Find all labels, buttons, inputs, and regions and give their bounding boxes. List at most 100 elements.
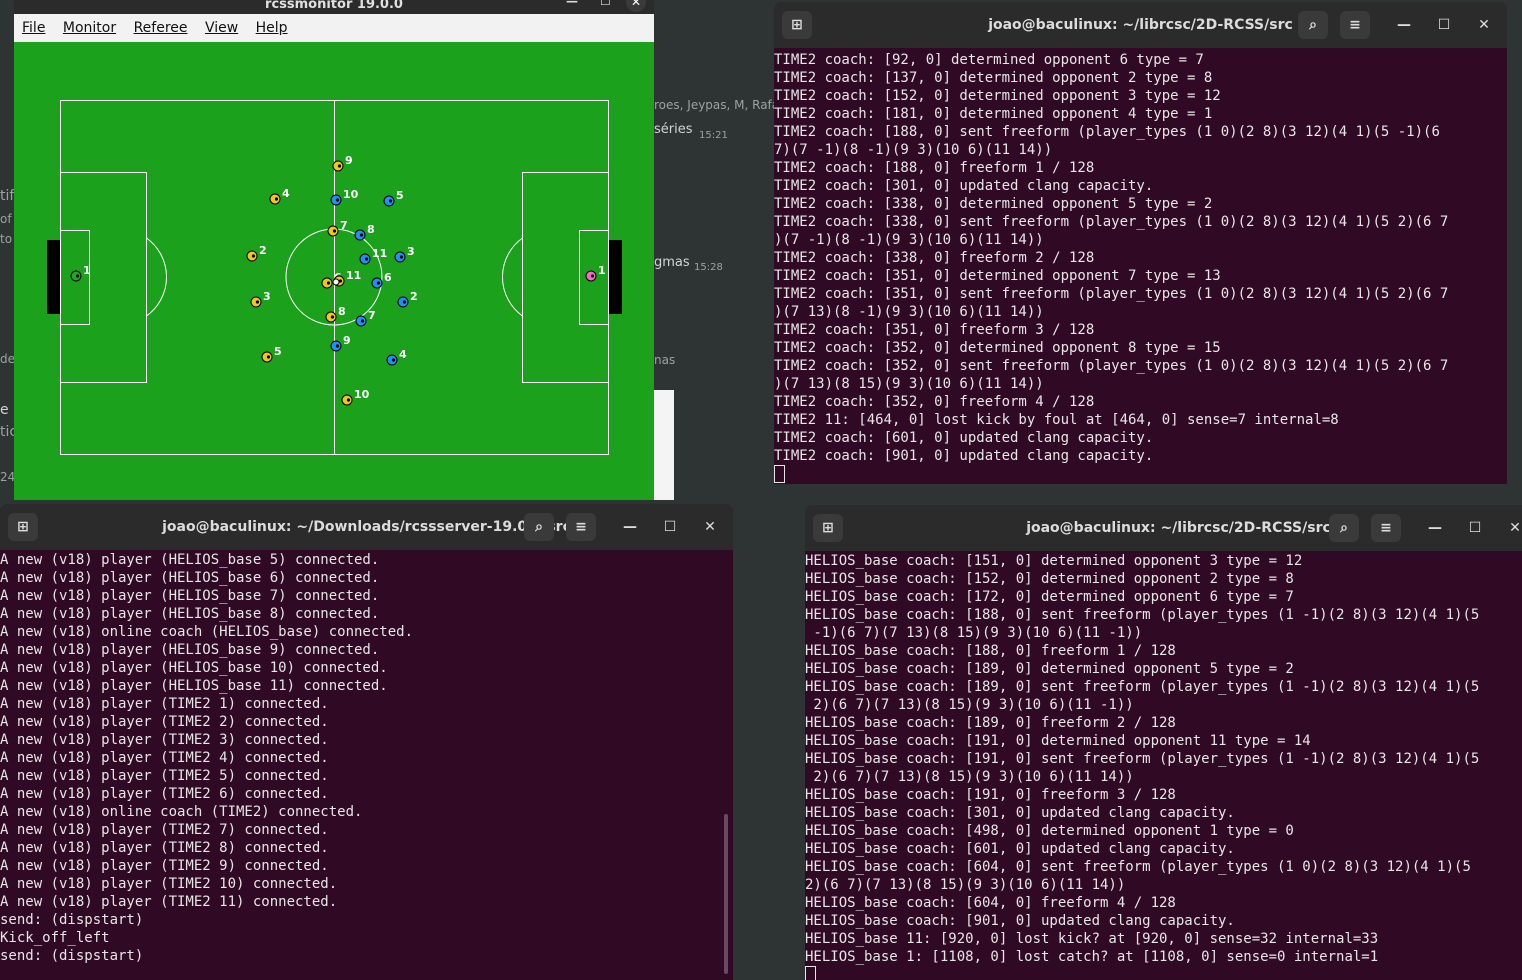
- terminal-bottom-right[interactable]: ⊞ joao@baculinux: ~/librcsc/2D-RCSS/src …: [805, 505, 1522, 980]
- terminal-line: TIME2 coach: [351, 0] sent freeform (pla…: [774, 286, 1449, 302]
- terminal-line: TIME2 coach: [351, 0] determined opponen…: [774, 268, 1221, 284]
- terminal-line: TIME2 coach: [352, 0] freeform 4 / 128: [774, 394, 1095, 410]
- maximize-icon[interactable]: ☐: [1465, 518, 1485, 538]
- terminal-line: A new (v18) player (HELIOS_base 8) conne…: [0, 606, 380, 622]
- terminal-line: TIME2 coach: [338, 0] determined opponen…: [774, 196, 1213, 212]
- terminal-line: send: (dispstart): [0, 912, 144, 928]
- menu-monitor[interactable]: Monitor: [58, 14, 121, 36]
- terminal-output: A new (v18) player (HELIOS_base 5) conne…: [0, 551, 413, 965]
- terminal-line: A new (v18) player (HELIOS_base 5) conne…: [0, 552, 380, 568]
- menu-help[interactable]: Help: [251, 14, 293, 36]
- left-player-4[interactable]: 4: [269, 187, 290, 205]
- close-icon[interactable]: ✕: [1474, 15, 1494, 35]
- terminal-line: A new (v18) player (HELIOS_base 11) conn…: [0, 678, 388, 694]
- terminal-line: TIME2 coach: [352, 0] determined opponen…: [774, 340, 1221, 356]
- terminal-line: HELIOS_base coach: [189, 0] sent freefor…: [805, 679, 1480, 695]
- left-player-2[interactable]: 2: [246, 244, 267, 262]
- menu-file[interactable]: File: [17, 14, 50, 36]
- player-number: 5: [274, 345, 282, 358]
- maximize-icon[interactable]: ☐: [1434, 15, 1454, 35]
- player-number: 2: [410, 290, 418, 303]
- terminal-output: TIME2 coach: [92, 0] determined opponent…: [774, 51, 1448, 483]
- left-player-3[interactable]: 3: [250, 290, 271, 308]
- search-icon[interactable]: ⌕: [1298, 11, 1328, 39]
- search-icon[interactable]: ⌕: [1329, 514, 1359, 542]
- terminal-line: HELIOS_base 1: [1108, 0] lost catch? at …: [805, 949, 1379, 965]
- right-player-10[interactable]: 10: [330, 188, 359, 206]
- player-number: 9: [343, 334, 351, 347]
- terminal-line: A new (v18) online coach (HELIOS_base) c…: [0, 624, 414, 640]
- left-player-9[interactable]: 9: [332, 154, 353, 172]
- terminal-line: A new (v18) player (TIME2 4) connected.: [0, 750, 329, 766]
- terminal-line: HELIOS_base coach: [172, 0] determined o…: [805, 589, 1294, 605]
- terminal-titlebar: ⊞ joao@baculinux: ~/Downloads/rcssserver…: [0, 504, 733, 550]
- terminal-line: HELIOS_base coach: [498, 0] determined o…: [805, 823, 1294, 839]
- right-player-2[interactable]: 2: [397, 290, 418, 308]
- scrollbar[interactable]: [724, 814, 728, 974]
- terminal-line: 7)(7 -1)(8 -1)(9 3)(10 6)(11 14)): [774, 142, 1053, 158]
- left-player-1[interactable]: 1: [70, 264, 91, 282]
- right-player-9[interactable]: 9: [330, 334, 351, 352]
- player-number: 3: [263, 290, 271, 303]
- terminal-line: TIME2 coach: [137, 0] determined opponen…: [774, 70, 1213, 86]
- player-number: 1: [598, 264, 606, 277]
- terminal-bottom-left[interactable]: ⊞ joao@baculinux: ~/Downloads/rcssserver…: [0, 504, 733, 980]
- terminal-line: HELIOS_base 11: [920, 0] lost kick? at […: [805, 931, 1379, 947]
- menu-view[interactable]: View: [200, 14, 243, 36]
- penalty-arc-right: [501, 237, 523, 317]
- right-player-8[interactable]: 8: [354, 223, 375, 241]
- search-icon[interactable]: ⌕: [524, 513, 554, 541]
- goal-right: [609, 240, 622, 314]
- minimize-icon[interactable]: —: [1425, 518, 1445, 538]
- terminal-titlebar: ⊞ joao@baculinux: ~/librcsc/2D-RCSS/src …: [774, 2, 1507, 48]
- menu-icon[interactable]: ≡: [1340, 11, 1370, 39]
- menu-icon[interactable]: ≡: [566, 513, 596, 541]
- player-direction: [388, 199, 393, 203]
- minimize-icon[interactable]: —: [1394, 15, 1414, 35]
- terminal-line: HELIOS_base coach: [152, 0] determined o…: [805, 571, 1294, 587]
- terminal-line: A new (v18) player (TIME2 3) connected.: [0, 732, 329, 748]
- right-player-5[interactable]: 5: [383, 189, 404, 207]
- player-number: 11: [346, 269, 361, 282]
- terminal-line: 2)(6 7)(7 13)(8 15)(9 3)(10 6)(11 -1)): [805, 697, 1134, 713]
- menu-icon[interactable]: ≡: [1371, 514, 1401, 542]
- right-player-11[interactable]: 11: [359, 247, 387, 265]
- maximize-icon[interactable]: ☐: [660, 517, 680, 537]
- monitor-menubar: File Monitor Referee View Help: [14, 14, 654, 42]
- terminal-line: HELIOS_base coach: [189, 0] determined o…: [805, 661, 1294, 677]
- terminal-line: A new (v18) player (TIME2 6) connected.: [0, 786, 329, 802]
- terminal-line: HELIOS_base coach: [301, 0] updated clan…: [805, 805, 1235, 821]
- terminal-line: send: (dispstart): [0, 948, 144, 964]
- player-direction: [399, 255, 404, 259]
- terminal-top-right[interactable]: ⊞ joao@baculinux: ~/librcsc/2D-RCSS/src …: [774, 2, 1507, 484]
- player-direction: [326, 281, 331, 285]
- close-icon[interactable]: ✕: [700, 517, 720, 537]
- terminal-line: TIME2 coach: [601, 0] updated clang capa…: [774, 430, 1154, 446]
- minimize-icon[interactable]: —: [620, 517, 640, 537]
- right-player-4[interactable]: 4: [386, 348, 407, 366]
- right-player-1[interactable]: 1: [585, 264, 606, 282]
- terminal-line: TIME2 coach: [901, 0] updated clang capa…: [774, 448, 1154, 464]
- terminal-line: TIME2 coach: [152, 0] determined opponen…: [774, 88, 1221, 104]
- player-number: 3: [407, 245, 415, 258]
- terminal-line: A new (v18) player (HELIOS_base 7) conne…: [0, 588, 380, 604]
- player-direction: [346, 398, 351, 402]
- soccer-field[interactable]: 12345678910111234567891011: [14, 42, 654, 500]
- left-player-7[interactable]: 7: [327, 219, 348, 237]
- right-player-3[interactable]: 3: [394, 245, 415, 263]
- left-player-5[interactable]: 5: [261, 345, 282, 363]
- player-direction: [360, 319, 365, 323]
- player-direction: [335, 198, 340, 202]
- right-player-7[interactable]: 7: [355, 309, 376, 327]
- maximize-icon[interactable]: ☐: [600, 0, 611, 8]
- left-player-8[interactable]: 8: [325, 305, 346, 323]
- player-number: 8: [338, 305, 346, 318]
- left-player-10[interactable]: 10: [341, 388, 370, 406]
- close-icon[interactable]: ✕: [1505, 518, 1522, 538]
- player-direction: [266, 355, 271, 359]
- menu-referee[interactable]: Referee: [129, 14, 193, 36]
- terminal-line: TIME2 coach: [188, 0] freeform 1 / 128: [774, 160, 1095, 176]
- minimize-icon[interactable]: —: [566, 0, 578, 8]
- player-direction: [330, 315, 335, 319]
- terminal-line: A new (v18) player (HELIOS_base 9) conne…: [0, 642, 380, 658]
